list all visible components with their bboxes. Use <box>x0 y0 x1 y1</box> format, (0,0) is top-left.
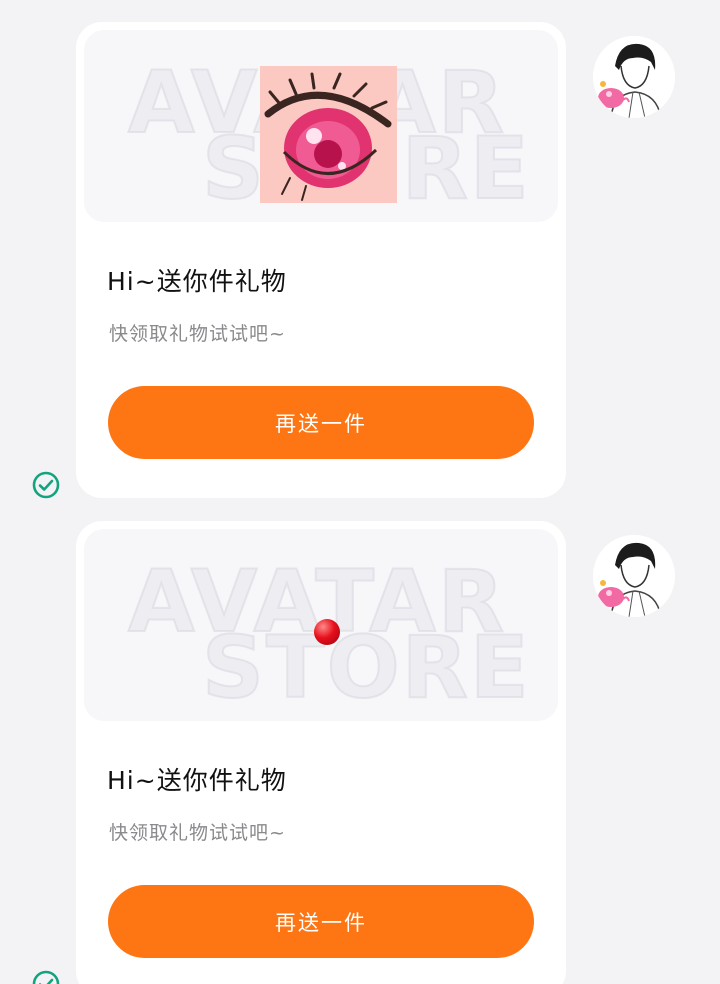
check-circle-icon <box>32 471 60 499</box>
check-circle-icon <box>32 970 60 984</box>
watermark-text: STORE <box>201 618 531 718</box>
gift-title: Hi~送你件礼物 <box>107 766 287 795</box>
avatar[interactable] <box>593 36 675 118</box>
send-another-button[interactable]: 再送一件 <box>108 386 534 459</box>
gift-subtitle: 快领取礼物试试吧~ <box>109 323 286 345</box>
send-another-button[interactable]: 再送一件 <box>108 885 534 958</box>
chat-thread: AVATAR STORE Hi~送你件礼物 快领取礼物试试吧~ 再送一件 <box>0 0 720 984</box>
anime-eye-gift-image <box>260 66 397 203</box>
red-dot-gift-image <box>314 619 340 645</box>
gift-preview[interactable]: AVATAR STORE <box>84 529 558 721</box>
gift-card[interactable]: AVATAR STORE Hi~送你件礼物 快领取礼物试试吧~ 再送一件 <box>76 22 566 498</box>
gift-preview[interactable]: AVATAR STORE <box>84 30 558 222</box>
gift-subtitle: 快领取礼物试试吧~ <box>109 822 286 844</box>
avatar-image <box>593 535 675 617</box>
gift-card[interactable]: AVATAR STORE Hi~送你件礼物 快领取礼物试试吧~ 再送一件 <box>76 521 566 984</box>
gift-title: Hi~送你件礼物 <box>107 267 287 296</box>
avatar-image <box>593 36 675 118</box>
avatar[interactable] <box>593 535 675 617</box>
